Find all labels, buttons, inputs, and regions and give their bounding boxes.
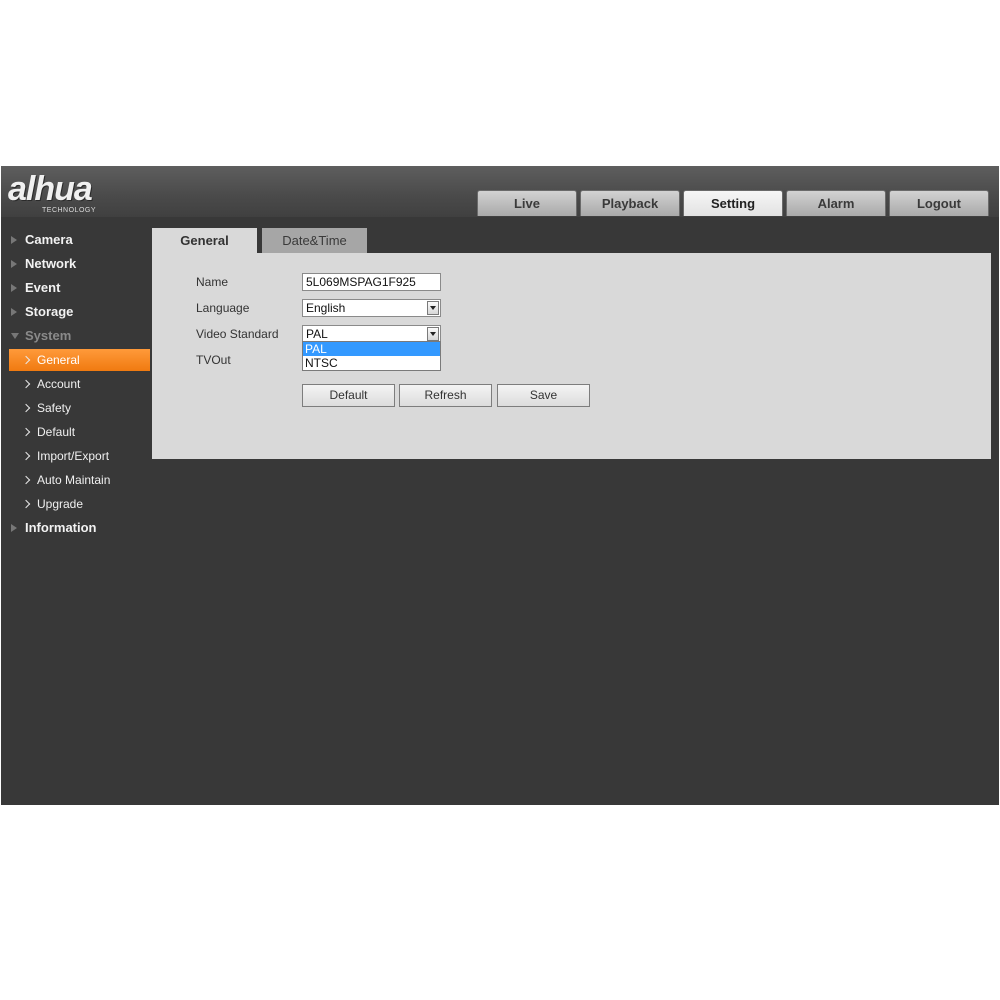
- sidebar: Camera Network Event Storage System Gene…: [1, 217, 151, 805]
- sidebar-item-system[interactable]: System: [11, 325, 71, 347]
- sidebar-item-camera[interactable]: Camera: [11, 229, 73, 251]
- sidebar-subitem-account[interactable]: Account: [9, 373, 150, 395]
- sidebar-subitem-label: Auto Maintain: [37, 473, 111, 487]
- language-label: Language: [196, 301, 250, 315]
- chevron-right-icon: [21, 355, 31, 365]
- refresh-button[interactable]: Refresh: [399, 384, 492, 407]
- sidebar-subitem-label: Account: [37, 377, 81, 391]
- tab-playback[interactable]: Playback: [580, 190, 680, 216]
- dropdown-option-pal[interactable]: PAL: [303, 342, 440, 356]
- collapse-arrow-icon: [11, 332, 19, 339]
- default-button[interactable]: Default: [302, 384, 395, 407]
- video-standard-dropdown-list: PAL NTSC: [302, 341, 441, 371]
- chevron-right-icon: [21, 499, 31, 509]
- sidebar-subitem-label: Default: [37, 425, 76, 439]
- expand-arrow-icon: [11, 307, 17, 316]
- header-bar: alhua TECHNOLOGY Live Playback Setting A…: [1, 166, 999, 217]
- sidebar-subitem-label: Safety: [37, 401, 72, 415]
- sidebar-item-storage[interactable]: Storage: [11, 301, 73, 323]
- video-standard-label: Video Standard: [196, 327, 279, 341]
- chevron-right-icon: [21, 379, 31, 389]
- sidebar-subitem-label: General: [37, 353, 80, 367]
- sidebar-subitem-upgrade[interactable]: Upgrade: [9, 493, 150, 515]
- settings-panel: Name 5L069MSPAG1F925 Language English Vi…: [152, 253, 991, 459]
- content-tab-general[interactable]: General: [152, 228, 257, 253]
- sidebar-subitem-label: Import/Export: [37, 449, 110, 463]
- expand-arrow-icon: [11, 283, 17, 292]
- tab-logout[interactable]: Logout: [889, 190, 989, 216]
- name-label: Name: [196, 275, 229, 289]
- sidebar-subitem-default[interactable]: Default: [9, 421, 150, 443]
- brand-logo-text: alhua: [8, 170, 93, 208]
- chevron-right-icon: [21, 475, 31, 485]
- sidebar-item-label: Camera: [25, 232, 73, 247]
- language-select[interactable]: English: [302, 299, 441, 317]
- brand-logo: alhua TECHNOLOGY: [8, 170, 138, 214]
- chevron-down-icon[interactable]: [427, 327, 439, 341]
- language-select-value: English: [306, 301, 346, 315]
- save-button[interactable]: Save: [497, 384, 590, 407]
- chevron-down-icon[interactable]: [427, 301, 439, 315]
- sidebar-subitem-import-export[interactable]: Import/Export: [9, 445, 150, 467]
- app-window: alhua TECHNOLOGY Live Playback Setting A…: [1, 166, 999, 805]
- sidebar-item-label: Storage: [25, 304, 74, 319]
- tab-setting[interactable]: Setting: [683, 190, 783, 216]
- tvout-label: TVOut: [196, 353, 231, 367]
- content-tab-datetime[interactable]: Date&Time: [262, 228, 367, 253]
- brand-tagline: TECHNOLOGY: [42, 207, 97, 214]
- chevron-right-icon: [21, 451, 31, 461]
- expand-arrow-icon: [11, 235, 17, 244]
- sidebar-subitem-label: Upgrade: [37, 497, 84, 511]
- chevron-right-icon: [21, 427, 31, 437]
- dropdown-option-ntsc[interactable]: NTSC: [303, 356, 440, 370]
- sidebar-item-label: Event: [25, 280, 61, 295]
- sidebar-item-label: Network: [25, 256, 77, 271]
- expand-arrow-icon: [11, 523, 17, 532]
- sidebar-item-label: System: [25, 328, 72, 343]
- sidebar-item-network[interactable]: Network: [11, 253, 76, 275]
- name-input[interactable]: 5L069MSPAG1F925: [302, 273, 441, 291]
- sidebar-item-information[interactable]: Information: [11, 517, 97, 539]
- sidebar-item-event[interactable]: Event: [11, 277, 60, 299]
- video-standard-select-value: PAL: [306, 327, 328, 341]
- expand-arrow-icon: [11, 259, 17, 268]
- tab-alarm[interactable]: Alarm: [786, 190, 886, 216]
- tab-live[interactable]: Live: [477, 190, 577, 216]
- sidebar-item-label: Information: [25, 520, 97, 535]
- sidebar-subitem-auto-maintain[interactable]: Auto Maintain: [9, 469, 150, 491]
- sidebar-subitem-general[interactable]: General: [9, 349, 150, 371]
- chevron-right-icon: [21, 403, 31, 413]
- sidebar-subitem-safety[interactable]: Safety: [9, 397, 150, 419]
